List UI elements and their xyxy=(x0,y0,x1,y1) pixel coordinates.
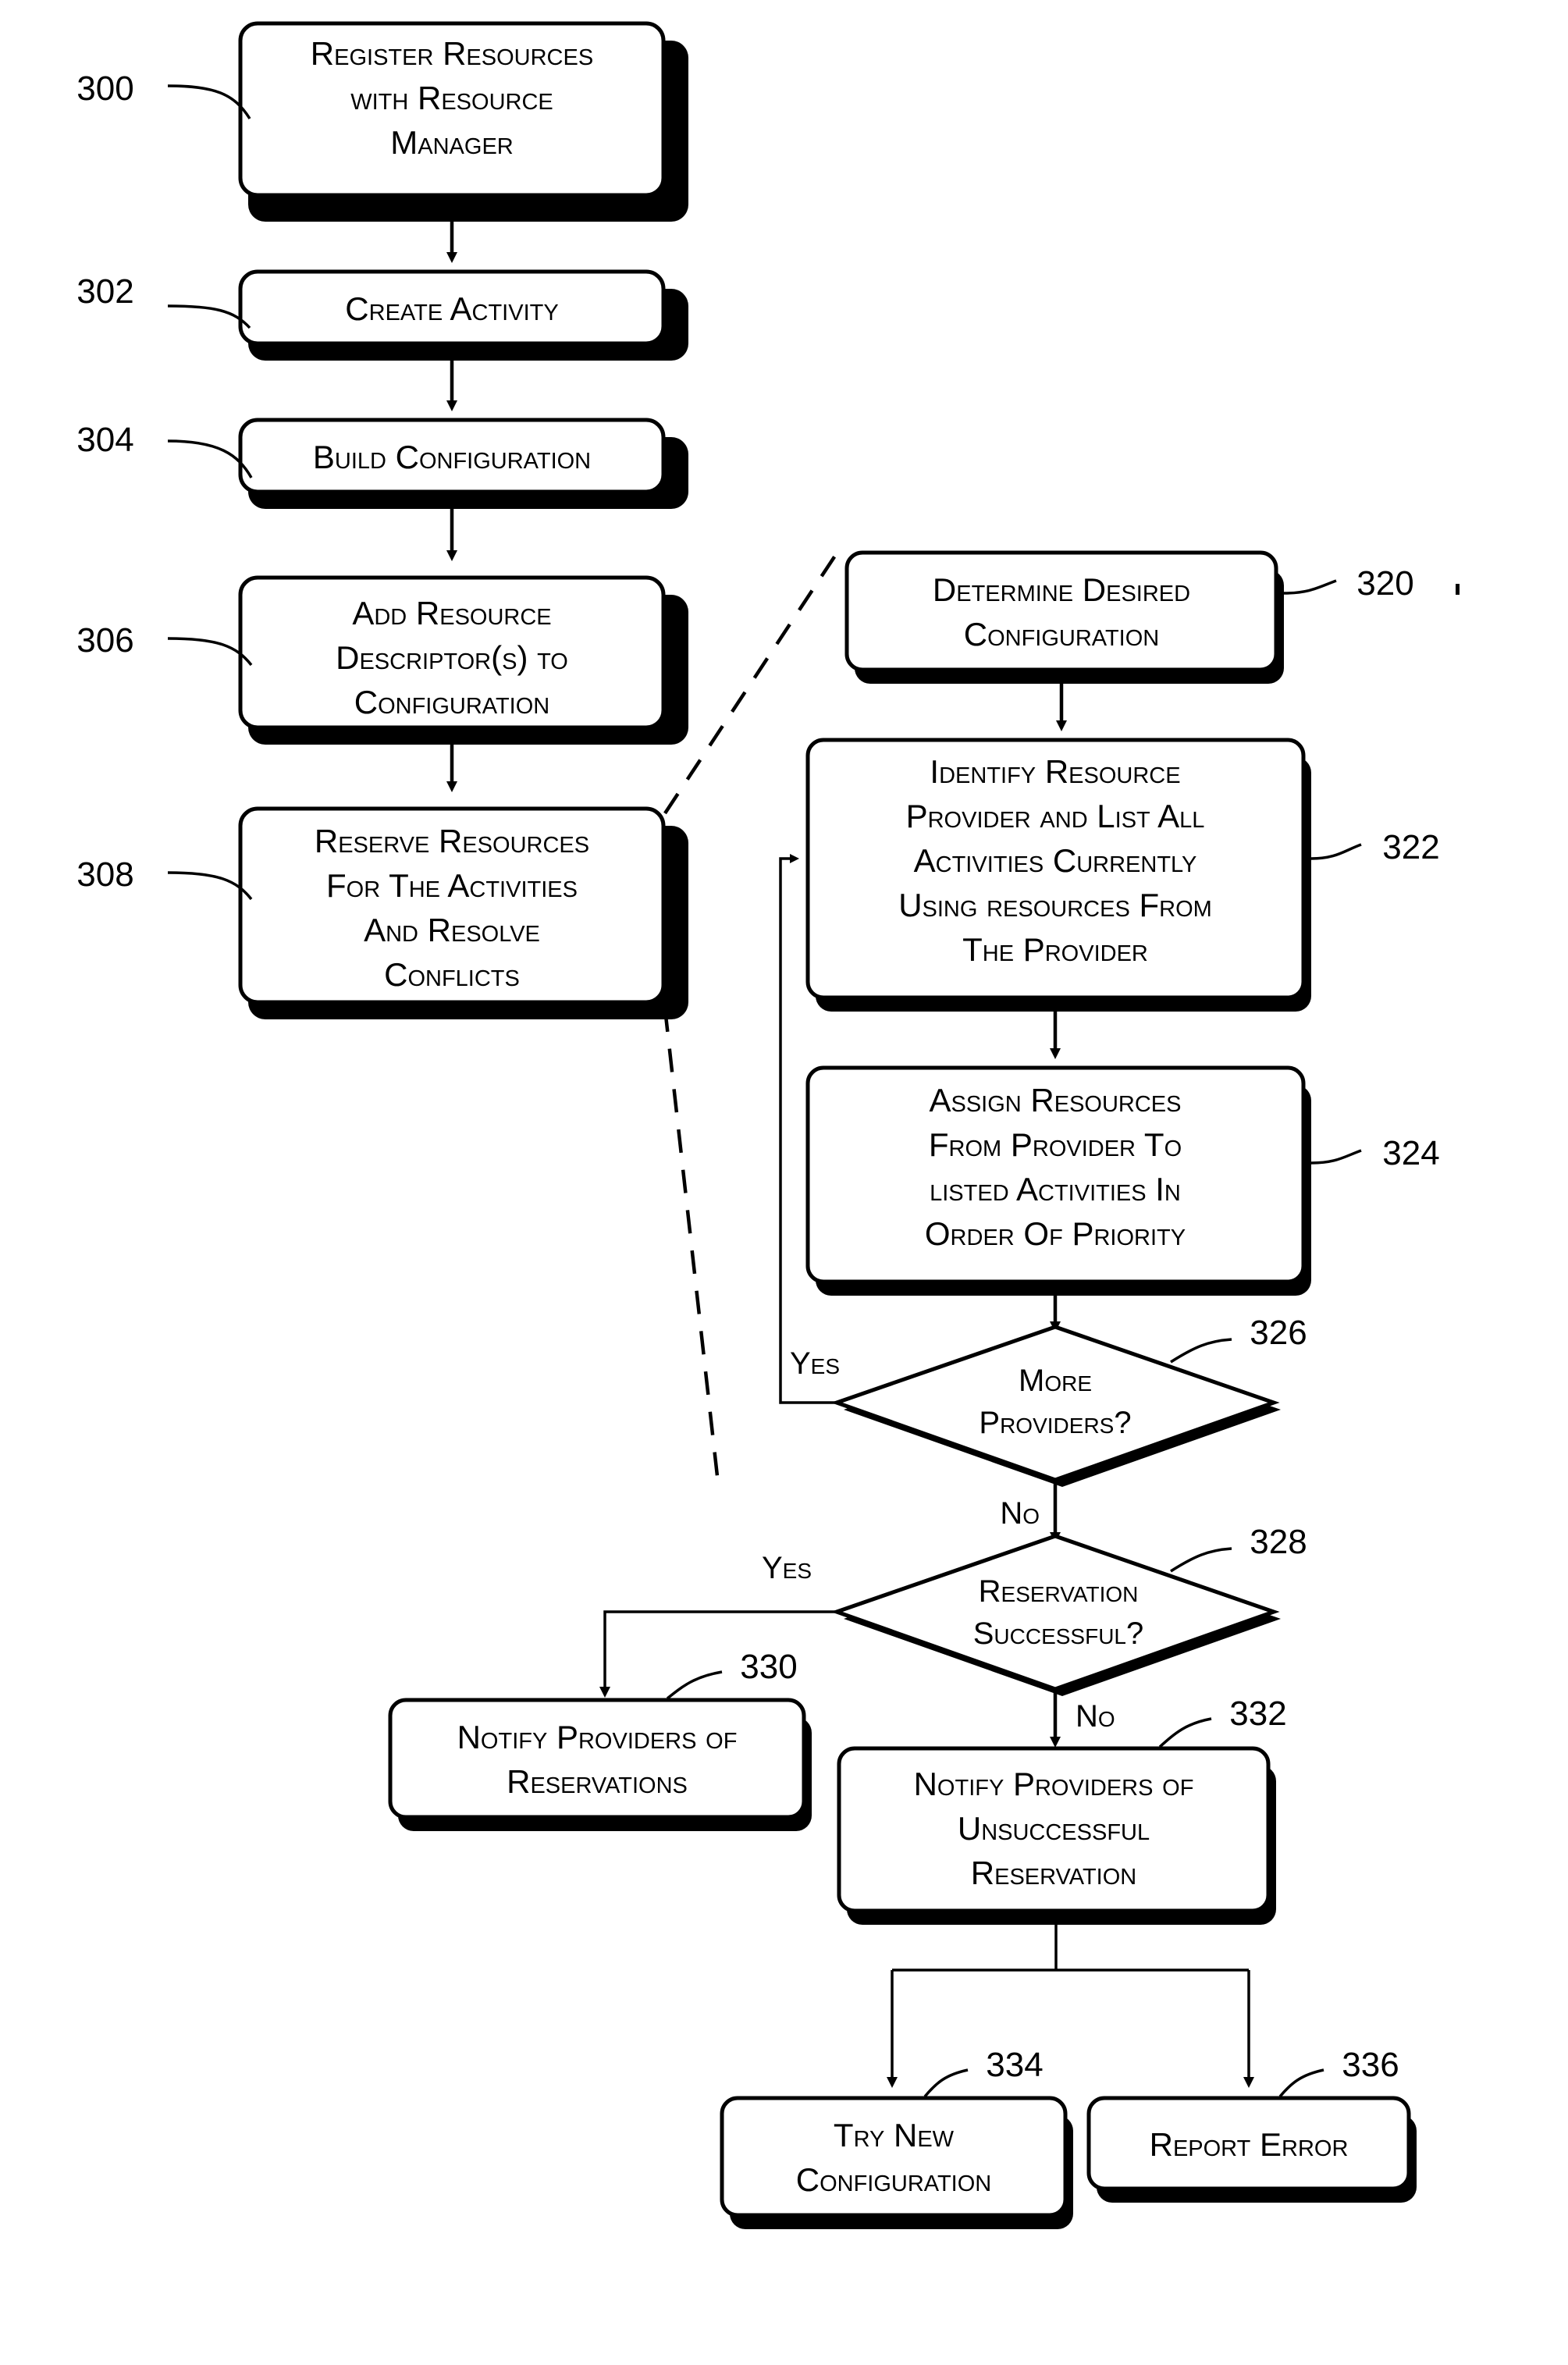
node-300-line-0: Register Resources xyxy=(311,35,593,72)
node-304-line-0: Build Configuration xyxy=(313,439,591,475)
node-330: Notify Providers of Reservations xyxy=(388,1698,812,1831)
node-328: Reservation Successful? xyxy=(830,1534,1281,1696)
node-324: Assign Resources From Provider To listed… xyxy=(805,1065,1311,1296)
ref-label-302: 302 xyxy=(76,272,133,311)
node-324-line-3: Order Of Priority xyxy=(925,1215,1186,1252)
node-306-line-1: Descriptor(s) to xyxy=(336,639,568,676)
leader-324 xyxy=(1310,1149,1362,1165)
node-300-line-2: Manager xyxy=(390,124,513,161)
ref-label-300: 300 xyxy=(76,69,133,108)
node-322-line-3: Using resources From xyxy=(898,887,1212,923)
node-308-line-3: Conflicts xyxy=(384,956,520,993)
flowchart-svg: Register Resources with Resource Manager… xyxy=(76,21,1460,2229)
leader-322 xyxy=(1310,843,1362,860)
node-300-line-1: with Resource xyxy=(350,80,553,116)
leader-320 xyxy=(1283,579,1337,595)
leader-330 xyxy=(666,1670,723,1700)
node-324-line-0: Assign Resources xyxy=(929,1082,1181,1118)
node-330-line-0: Notify Providers of xyxy=(457,1719,738,1755)
node-330-line-1: Reservations xyxy=(507,1763,688,1800)
leader-326 xyxy=(1170,1338,1232,1364)
node-322: Identify Resource Provider and List All … xyxy=(805,738,1311,1012)
ref-label-304: 304 xyxy=(76,421,133,459)
node-326: More Providers? xyxy=(830,1325,1281,1487)
ref-label-308: 308 xyxy=(76,855,133,894)
ref-label-336: 336 xyxy=(1342,2046,1399,2084)
leader-300 xyxy=(167,84,251,119)
node-308-line-1: For The Activities xyxy=(326,867,578,904)
ref-label-332: 332 xyxy=(1229,1695,1286,1733)
node-300: Register Resources with Resource Manager xyxy=(238,21,688,222)
node-304: Build Configuration xyxy=(238,418,688,509)
node-302: Create Activity xyxy=(238,269,688,361)
node-324-line-2: listed Activities In xyxy=(930,1171,1181,1207)
node-332: Notify Providers of Unsuccessful Reserva… xyxy=(837,1746,1276,1925)
node-320-line-0: Determine Desired xyxy=(933,571,1190,608)
node-320-line-1: Configuration xyxy=(964,616,1160,653)
node-334-line-1: Configuration xyxy=(796,2161,992,2198)
leader-336 xyxy=(1278,2068,1324,2098)
callout-dashed-lower xyxy=(663,1008,720,1484)
arrow-328-yes-to-330 xyxy=(599,1610,837,1698)
ref-label-330: 330 xyxy=(740,1648,797,1686)
ref-label-326: 326 xyxy=(1250,1314,1307,1352)
node-336-line-0: Report Error xyxy=(1150,2126,1349,2163)
node-308: Reserve Resources For The Activities And… xyxy=(238,806,688,1019)
branch-label-reservation-yes: Yes xyxy=(762,1551,812,1585)
branch-label-more-providers-no: No xyxy=(1000,1496,1040,1531)
ref-label-334: 334 xyxy=(986,2046,1043,2084)
node-332-line-0: Notify Providers of xyxy=(914,1766,1194,1802)
node-326-line-1: Providers? xyxy=(979,1406,1131,1440)
branch-label-reservation-no: No xyxy=(1076,1699,1115,1734)
ref-label-324: 324 xyxy=(1382,1134,1439,1172)
node-326-line-0: More xyxy=(1019,1364,1092,1398)
node-334-line-0: Try New xyxy=(834,2117,955,2153)
node-322-line-0: Identify Resource xyxy=(930,753,1180,790)
scan-speck xyxy=(1456,584,1460,595)
node-308-line-0: Reserve Resources xyxy=(315,823,589,859)
node-322-line-1: Provider and List All xyxy=(906,798,1205,834)
node-328-line-1: Successful? xyxy=(973,1616,1144,1651)
node-306: Add Resource Descriptor(s) to Configurat… xyxy=(238,575,688,745)
node-332-line-1: Unsuccessful xyxy=(958,1810,1150,1847)
node-322-line-2: Activities Currently xyxy=(914,842,1197,879)
node-336: Report Error xyxy=(1086,2096,1417,2203)
figure-canvas: Register Resources with Resource Manager… xyxy=(0,0,1568,2365)
node-306-line-0: Add Resource xyxy=(352,595,551,631)
node-320: Determine Desired Configuration xyxy=(844,550,1284,684)
node-334: Try New Configuration xyxy=(720,2096,1073,2229)
leader-302 xyxy=(167,304,251,329)
branch-label-more-providers-yes: Yes xyxy=(790,1346,840,1381)
node-308-line-2: And Resolve xyxy=(364,912,540,948)
node-322-line-4: The Provider xyxy=(962,931,1148,968)
node-302-line-0: Create Activity xyxy=(345,290,558,327)
node-328-line-0: Reservation xyxy=(979,1574,1139,1609)
ref-label-328: 328 xyxy=(1250,1523,1307,1561)
leader-332 xyxy=(1158,1717,1212,1748)
ref-label-320: 320 xyxy=(1356,564,1413,603)
node-324-line-1: From Provider To xyxy=(929,1126,1182,1163)
node-332-line-2: Reservation xyxy=(971,1855,1136,1891)
leader-328 xyxy=(1170,1547,1232,1573)
ref-label-306: 306 xyxy=(76,621,133,660)
node-306-line-2: Configuration xyxy=(354,684,550,720)
ref-label-322: 322 xyxy=(1382,828,1439,866)
leader-334 xyxy=(923,2068,969,2098)
